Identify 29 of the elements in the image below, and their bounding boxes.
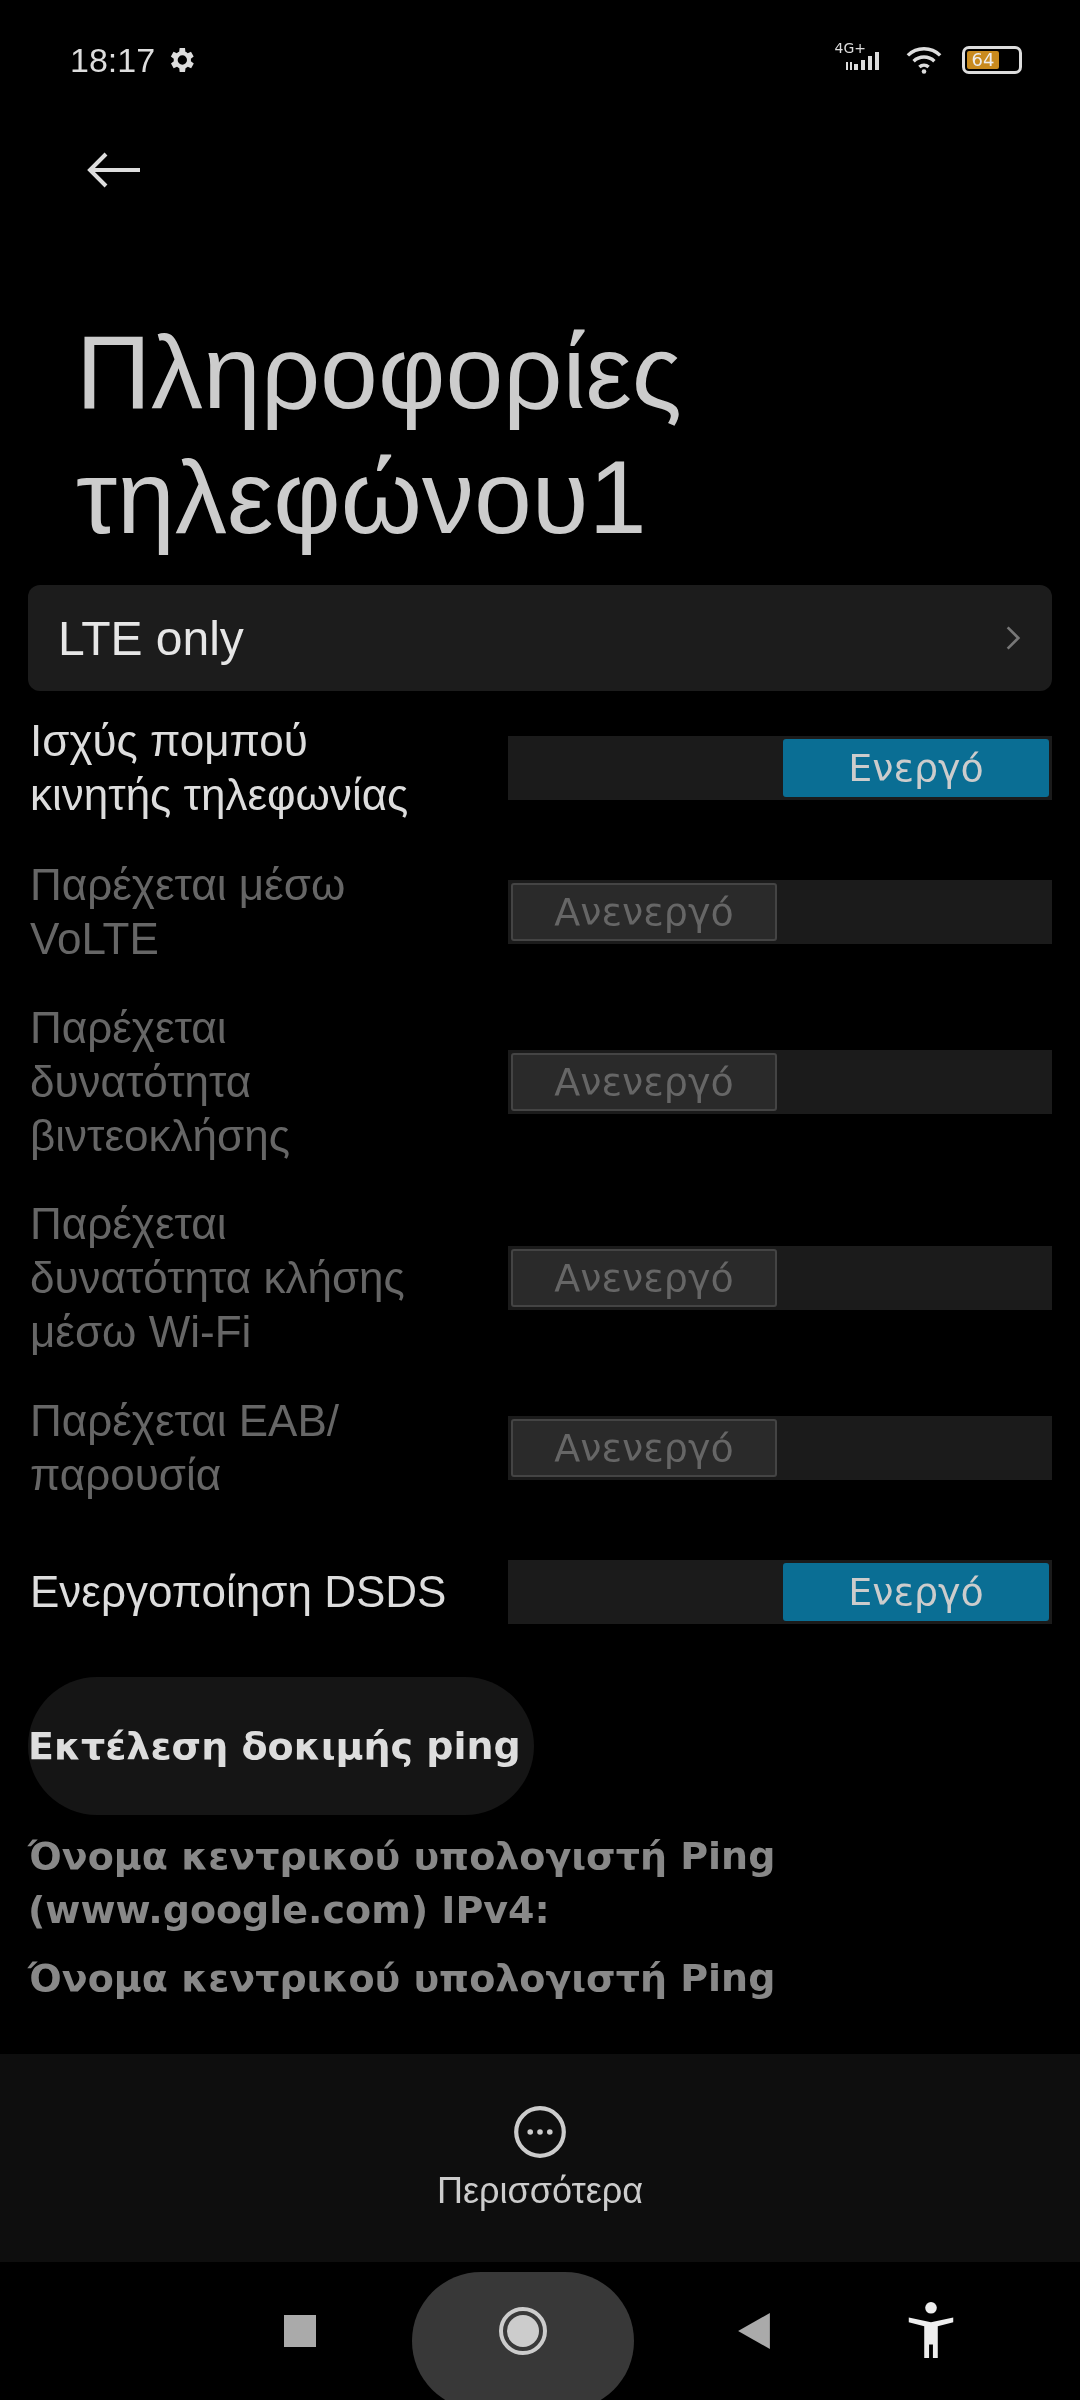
setting-label: Παρέχεται EAB/ παρουσία xyxy=(30,1395,341,1501)
battery-level: 64 xyxy=(967,51,999,69)
setting-label: Ενεργοποίηση DSDS xyxy=(30,1566,448,1618)
network-mode-label: LTE only xyxy=(58,610,244,666)
page-title: Πληροφορίες τηλεφώνου1 xyxy=(76,313,683,557)
ping-button[interactable]: Εκτέλεση δοκιμής ping xyxy=(28,1677,534,1815)
toggle-switch[interactable]: Ενεργό xyxy=(508,1560,1052,1624)
more-icon xyxy=(512,2104,568,2160)
accessibility-icon[interactable] xyxy=(906,2302,956,2360)
network-type: 4G+ xyxy=(834,40,866,56)
toggle-state: Ενεργό xyxy=(783,739,1049,797)
setting-label: Παρέχεται μέσω VoLTE xyxy=(30,859,347,965)
setting-label: Παρέχεται δυνατότητα κλήσης μέσω Wi-Fi xyxy=(30,1198,406,1358)
setting-label: Παρέχεται δυνατότητα βιντεοκλήσης xyxy=(30,1002,291,1162)
wifi-icon xyxy=(904,45,944,75)
toggle-state: Ενεργό xyxy=(783,1563,1049,1621)
back-icon[interactable] xyxy=(738,2313,770,2349)
toggle-state: Ανενεργό xyxy=(511,1419,777,1477)
ping-info-label: Όνομα κεντρικού υπολογιστή Ping (www.google.com) IPv4: xyxy=(28,1833,777,1934)
more-button[interactable]: Περισσότερα xyxy=(436,2104,643,2212)
home-icon xyxy=(498,2306,548,2356)
toggle-state: Ανενεργό xyxy=(511,1053,777,1111)
toggle-state: Ανενεργό xyxy=(511,1249,777,1307)
toggle-switch[interactable]: Ενεργό xyxy=(508,736,1052,800)
status-time: 18:17 xyxy=(70,40,156,80)
toggle-state: Ανενεργό xyxy=(511,883,777,941)
network-mode-row[interactable]: LTE only xyxy=(28,585,1052,691)
setting-label: Ισχύς πομπού κινητής τηλεφωνίας xyxy=(30,715,410,821)
ping-info-label: Όνομα κεντρικού υπολογιστή Ping xyxy=(28,1955,777,2002)
